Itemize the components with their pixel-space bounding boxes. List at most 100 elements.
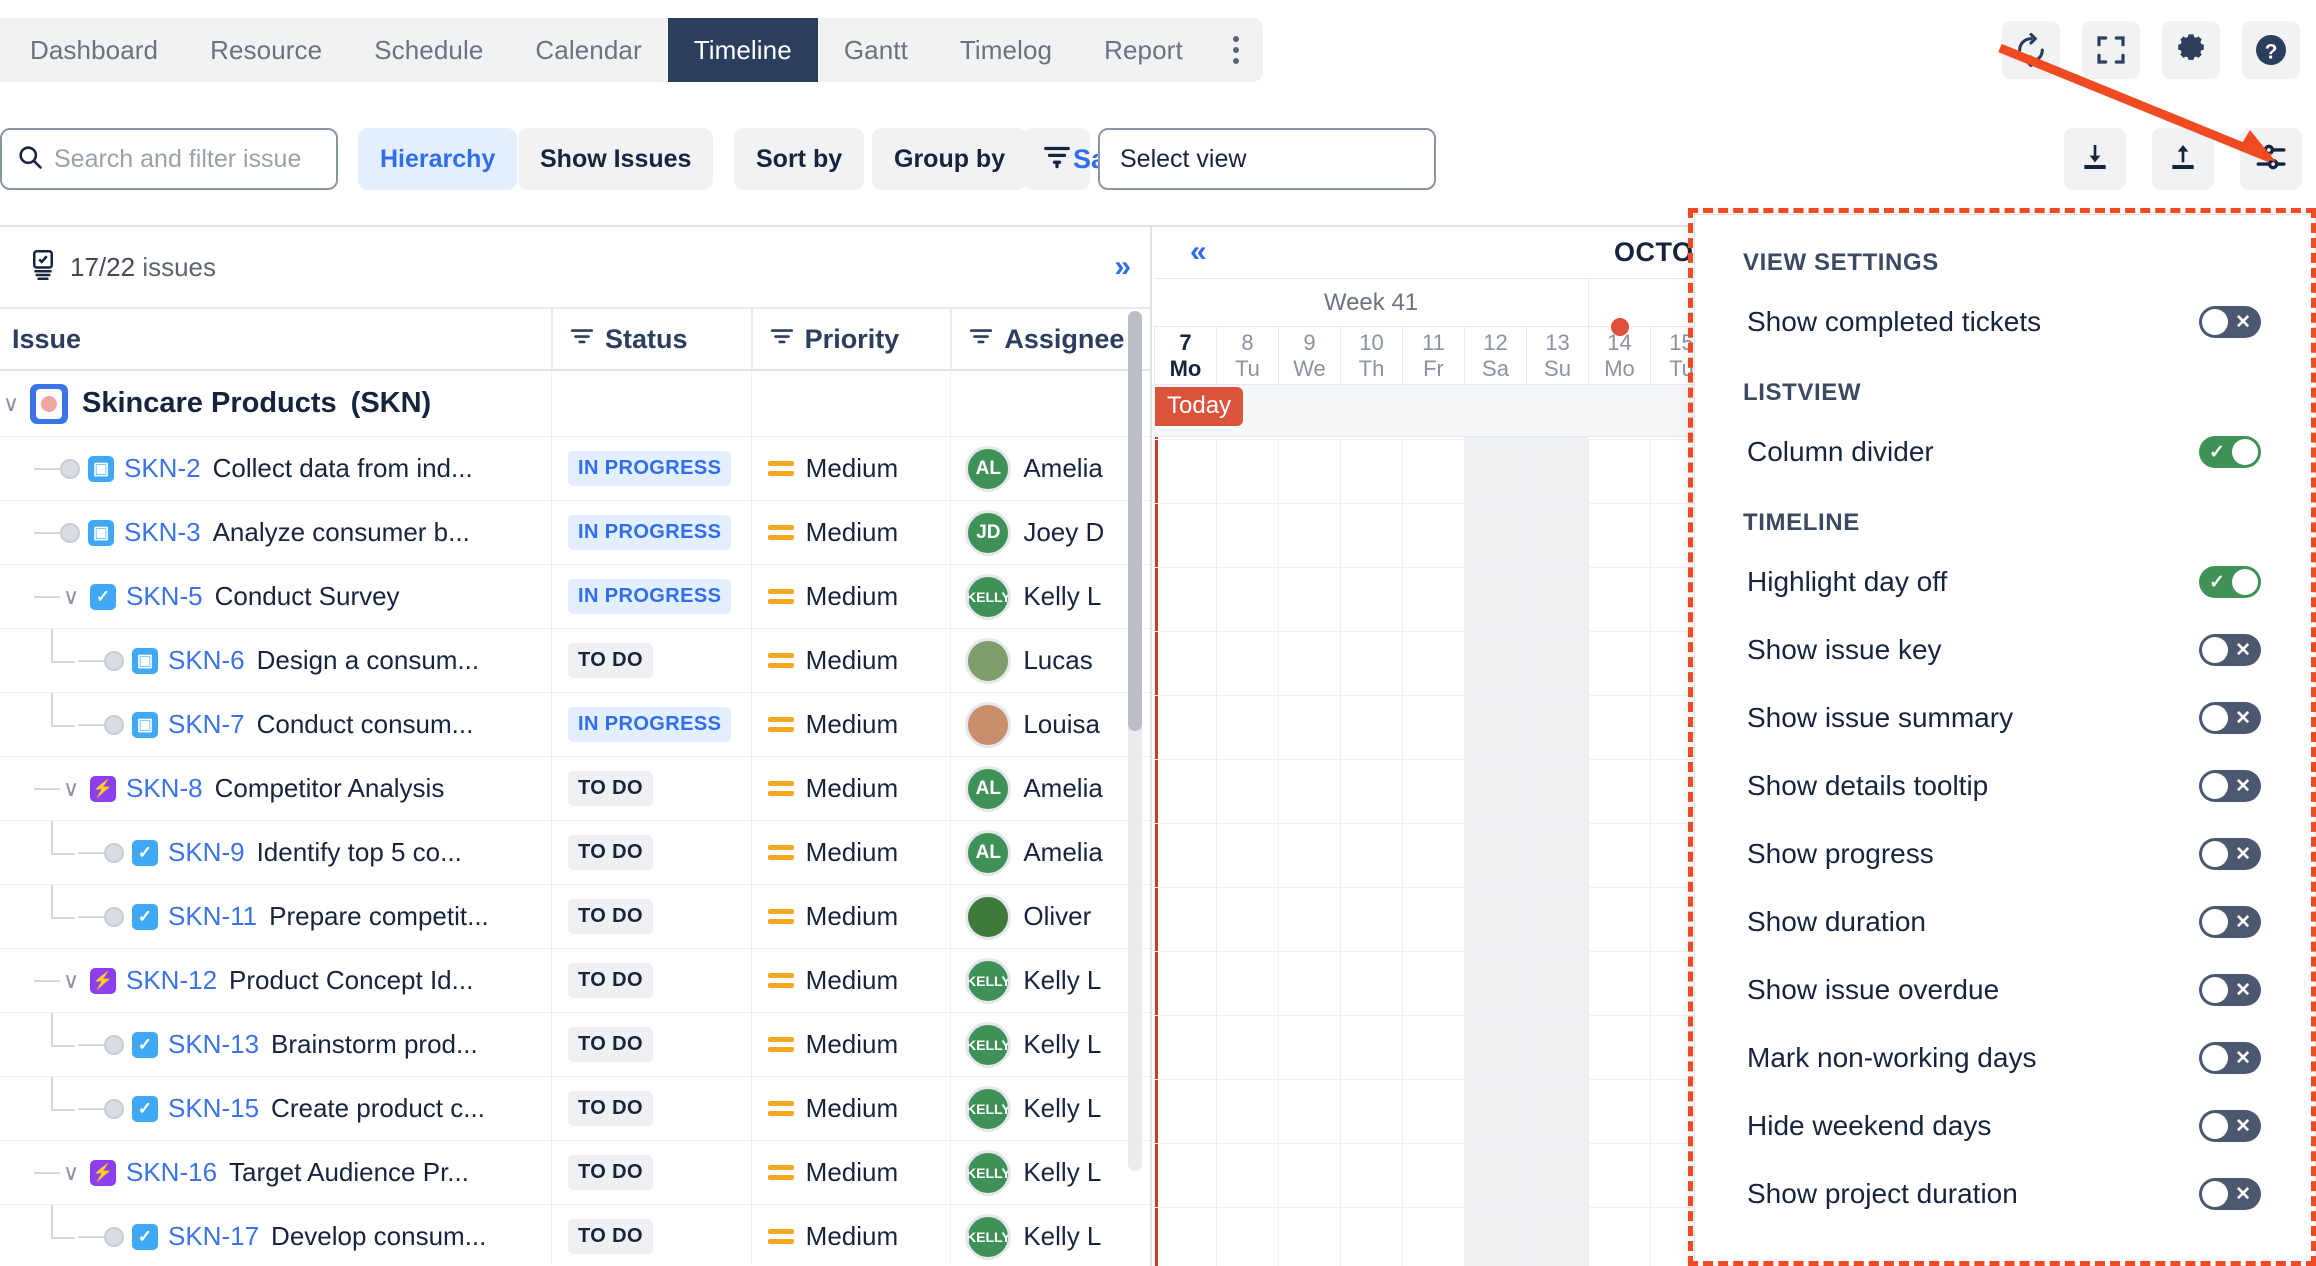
export-download-button[interactable] [2064,128,2126,190]
issue-key-link[interactable]: SKN-3 [124,517,201,548]
view-settings-button[interactable] [2240,128,2302,190]
issue-key-link[interactable]: SKN-15 [168,1093,259,1124]
issue-key-link[interactable]: SKN-12 [126,965,217,996]
issue-key-link[interactable]: SKN-11 [168,901,257,932]
setting-toggle[interactable]: ✕ [2199,306,2261,338]
table-row[interactable]: ∨ ⚡ SKN-16 Target Audience Pr... TO DO Medium… [0,1141,1150,1205]
row-dot-handle[interactable] [104,1098,124,1119]
status-cell[interactable]: TO DO [551,629,751,692]
status-cell[interactable]: IN PROGRESS [551,565,751,628]
setting-toggle[interactable]: ✕ [2199,1042,2261,1074]
table-row[interactable]: ✓ SKN-11 Prepare competit... TO DO Medium Oli… [0,885,1150,949]
row-collapse-caret[interactable]: ∨ [60,584,82,610]
assignee-cell[interactable]: AL Amelia [950,757,1150,820]
issue-key-link[interactable]: SKN-2 [124,453,201,484]
assignee-cell[interactable]: KELLY Kelly L [950,565,1150,628]
project-row[interactable]: ∨ Skincare Products (SKN) [0,371,1150,437]
priority-cell[interactable]: Medium [750,693,951,756]
setting-toggle[interactable]: ✕ [2199,1178,2261,1210]
search-input[interactable]: Search and filter issue [0,128,338,190]
timeline-day-cell[interactable]: 13 Su [1526,327,1588,384]
scrollbar-thumb[interactable] [1128,311,1142,731]
setting-toggle[interactable]: ✕ [2199,634,2261,666]
priority-cell[interactable]: Medium [750,1141,951,1204]
row-collapse-caret[interactable]: ∨ [60,776,82,802]
priority-cell[interactable]: Medium [750,821,951,884]
priority-cell[interactable]: Medium [750,1205,951,1264]
issue-key-link[interactable]: SKN-8 [126,773,203,804]
status-cell[interactable]: TO DO [551,1077,751,1140]
table-row[interactable]: ✓ SKN-15 Create product c... TO DO Medium KEL… [0,1077,1150,1141]
priority-cell[interactable]: Medium [750,437,951,500]
status-cell[interactable]: TO DO [551,885,751,948]
expand-panel-button[interactable]: » [1114,250,1131,284]
assignee-cell[interactable]: KELLY Kelly L [950,1141,1150,1204]
sort-by-button[interactable]: Sort by [734,128,865,190]
table-row[interactable]: ▣ SKN-7 Conduct consum... IN PROGRESS Medium… [0,693,1150,757]
status-cell[interactable]: IN PROGRESS [551,501,751,564]
table-row[interactable]: ✓ SKN-13 Brainstorm prod... TO DO Medium KELL… [0,1013,1150,1077]
setting-toggle[interactable]: ✕ [2199,974,2261,1006]
assignee-cell[interactable]: Oliver [950,885,1150,948]
column-header-issue[interactable]: Issue [0,309,551,369]
settings-button[interactable] [2162,21,2220,79]
priority-cell[interactable]: Medium [750,629,951,692]
setting-toggle[interactable]: ✕ [2199,702,2261,734]
table-row[interactable]: ∨ ✓ SKN-5 Conduct Survey IN PROGRESS Medium KE… [0,565,1150,629]
timeline-prev-button[interactable]: « [1190,235,1207,269]
assignee-cell[interactable]: KELLY Kelly L [950,1205,1150,1264]
priority-cell[interactable]: Medium [750,501,951,564]
priority-cell[interactable]: Medium [750,1077,951,1140]
table-row[interactable]: ▣ SKN-6 Design a consum... TO DO Medium Lucas [0,629,1150,693]
issue-key-link[interactable]: SKN-6 [168,645,245,676]
nav-tab-timeline[interactable]: Timeline [667,18,818,82]
row-dot-handle[interactable] [104,842,124,863]
row-collapse-caret[interactable]: ∨ [60,1160,82,1186]
project-collapse-caret[interactable]: ∨ [0,391,22,417]
priority-cell[interactable]: Medium [750,949,951,1012]
status-cell[interactable]: TO DO [551,1013,751,1076]
timeline-day-cell[interactable]: 14 Mo [1588,318,1650,384]
nav-tab-resource[interactable]: Resource [184,18,348,82]
column-header-assignee[interactable]: Assignee [950,309,1150,369]
issue-key-link[interactable]: SKN-5 [126,581,203,612]
setting-toggle[interactable]: ✓ [2199,436,2261,468]
assignee-cell[interactable]: Louisa [950,693,1150,756]
assignee-cell[interactable]: KELLY Kelly L [950,1077,1150,1140]
hierarchy-button[interactable]: Hierarchy [358,128,518,190]
group-by-button[interactable]: Group by [872,128,1028,190]
column-header-status[interactable]: Status [551,309,751,369]
import-upload-button[interactable] [2152,128,2214,190]
select-view-dropdown[interactable]: Select view [1098,128,1436,190]
column-header-priority[interactable]: Priority [750,309,951,369]
priority-cell[interactable]: Medium [750,565,951,628]
priority-cell[interactable]: Medium [750,1013,951,1076]
nav-tab-dashboard[interactable]: Dashboard [0,18,184,82]
row-dot-handle[interactable] [60,458,80,479]
show-issues-button[interactable]: Show Issues [518,128,714,190]
setting-toggle[interactable]: ✕ [2199,838,2261,870]
nav-tab-report[interactable]: Report [1078,18,1209,82]
help-button[interactable]: ? [2242,21,2300,79]
nav-tab-timelog[interactable]: Timelog [934,18,1078,82]
table-row[interactable]: ▣ SKN-2 Collect data from ind... IN PROGRES… [0,437,1150,501]
nav-tab-gantt[interactable]: Gantt [818,18,934,82]
issue-key-link[interactable]: SKN-13 [168,1029,259,1060]
status-cell[interactable]: IN PROGRESS [551,437,751,500]
table-row[interactable]: ✓ SKN-9 Identify top 5 co... TO DO Medium AL A… [0,821,1150,885]
row-dot-handle[interactable] [104,906,124,927]
table-row[interactable]: ∨ ⚡ SKN-8 Competitor Analysis TO DO Medium AL A… [0,757,1150,821]
timeline-day-cell[interactable]: 12 Sa [1464,327,1526,384]
nav-tab-schedule[interactable]: Schedule [348,18,509,82]
status-cell[interactable]: TO DO [551,757,751,820]
setting-toggle[interactable]: ✕ [2199,770,2261,802]
assignee-cell[interactable]: AL Amelia [950,821,1150,884]
timeline-day-cell[interactable]: 11 Fr [1402,327,1464,384]
row-dot-handle[interactable] [104,714,124,735]
row-dot-handle[interactable] [104,1226,124,1247]
refresh-button[interactable] [2002,21,2060,79]
table-row[interactable]: ∨ ⚡ SKN-12 Product Concept Id... TO DO Medium… [0,949,1150,1013]
setting-toggle[interactable]: ✕ [2199,906,2261,938]
status-cell[interactable]: IN PROGRESS [551,693,751,756]
priority-cell[interactable]: Medium [750,757,951,820]
